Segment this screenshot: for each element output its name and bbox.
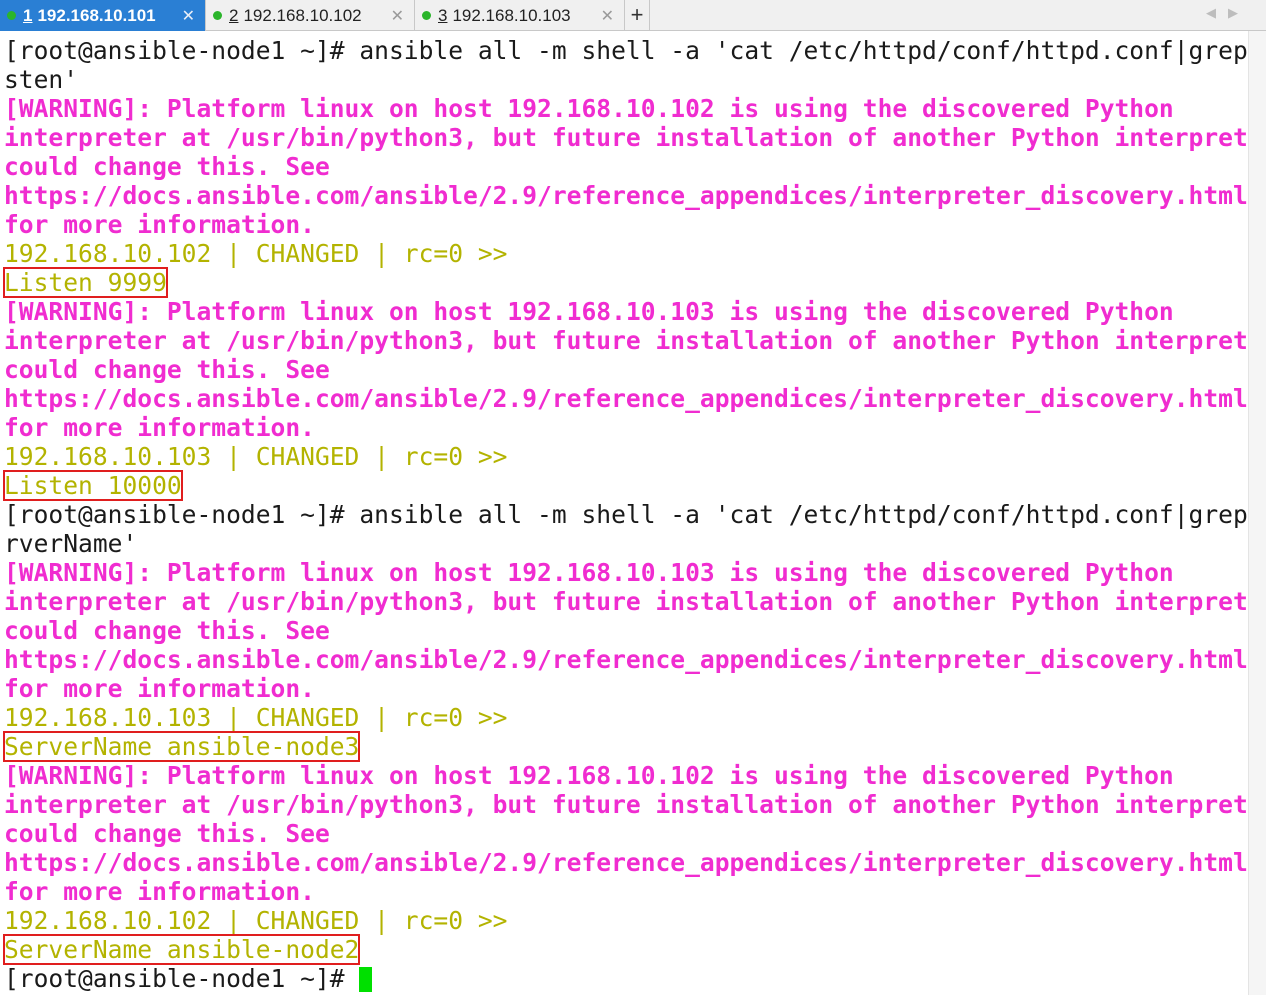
terminal-line: 192.168.10.102 | CHANGED | rc=0 >> — [4, 906, 508, 935]
terminal-line: could change this. See — [4, 616, 330, 645]
connected-status-icon — [422, 11, 431, 20]
tab-session-2[interactable]: 2 192.168.10.102 ✕ — [206, 0, 415, 31]
terminal-line: for more information. — [4, 674, 315, 703]
highlighted-output-line: Listen 9999 — [3, 267, 168, 298]
terminal-line: for more information. — [4, 210, 315, 239]
highlighted-output-line: ServerName ansible-node3 — [2, 731, 361, 762]
tab-session-1[interactable]: 1 192.168.10.101 ✕ — [0, 0, 206, 31]
tab-label: 192.168.10.102 — [243, 5, 362, 25]
terminal-line: 192.168.10.103 | CHANGED | rc=0 >> — [4, 442, 508, 471]
close-icon[interactable]: ✕ — [182, 6, 195, 26]
tab-number: 1 — [23, 5, 33, 25]
tab-session-3[interactable]: 3 192.168.10.103 ✕ — [415, 0, 625, 31]
close-icon[interactable]: ✕ — [601, 6, 614, 26]
terminal-output[interactable]: [root@ansible-node1 ~]# ansible all -m s… — [0, 31, 1266, 995]
terminal-line: for more information. — [4, 877, 315, 906]
terminal-line: 192.168.10.102 | CHANGED | rc=0 >> — [4, 239, 508, 268]
tab-number: 2 — [229, 5, 239, 25]
terminal-line: [WARNING]: Platform linux on host 192.16… — [4, 297, 1174, 326]
new-tab-button[interactable]: + — [625, 0, 650, 31]
prompt-line: [root@ansible-node1 ~]# — [4, 964, 373, 993]
highlighted-output-line: Listen 10000 — [3, 470, 183, 501]
terminal-line: https://docs.ansible.com/ansible/2.9/ref… — [4, 384, 1248, 413]
terminal-line: [root@ansible-node1 ~]# ansible all -m s… — [4, 36, 1266, 65]
terminal-line: could change this. See — [4, 819, 330, 848]
terminal-line: interpreter at /usr/bin/python3, but fut… — [4, 326, 1266, 355]
highlighted-output-line: ServerName ansible-node2 — [2, 934, 361, 965]
tab-bar: 1 192.168.10.101 ✕ 2 192.168.10.102 ✕ 3 … — [0, 0, 1266, 31]
terminal-line: 192.168.10.103 | CHANGED | rc=0 >> — [4, 703, 508, 732]
tab-label: 192.168.10.103 — [452, 5, 571, 25]
terminal-line: https://docs.ansible.com/ansible/2.9/ref… — [4, 848, 1248, 877]
tab-label: 192.168.10.101 — [37, 5, 156, 25]
terminal-line: https://docs.ansible.com/ansible/2.9/ref… — [4, 181, 1248, 210]
terminal-line: interpreter at /usr/bin/python3, but fut… — [4, 790, 1266, 819]
terminal-line: for more information. — [4, 413, 315, 442]
terminal-line: [WARNING]: Platform linux on host 192.16… — [4, 761, 1174, 790]
chevron-left-icon[interactable]: ◀ — [1206, 6, 1216, 21]
terminal-line: interpreter at /usr/bin/python3, but fut… — [4, 123, 1266, 152]
terminal-line: rverName' — [4, 529, 138, 558]
terminal-line: [WARNING]: Platform linux on host 192.16… — [4, 558, 1174, 587]
terminal-line: [WARNING]: Platform linux on host 192.16… — [4, 94, 1174, 123]
prompt-text: [root@ansible-node1 ~]# — [4, 964, 360, 993]
terminal-line: interpreter at /usr/bin/python3, but fut… — [4, 587, 1266, 616]
close-icon[interactable]: ✕ — [391, 6, 404, 26]
terminal-line: sten' — [4, 65, 79, 94]
terminal-cursor — [359, 967, 373, 992]
connected-status-icon — [7, 11, 16, 20]
connected-status-icon — [213, 11, 222, 20]
terminal-line: could change this. See — [4, 152, 330, 181]
vertical-scrollbar[interactable] — [1248, 31, 1266, 995]
tab-number: 3 — [438, 5, 448, 25]
chevron-right-icon[interactable]: ▶ — [1228, 6, 1238, 21]
terminal-line: could change this. See — [4, 355, 330, 384]
terminal-line: https://docs.ansible.com/ansible/2.9/ref… — [4, 645, 1248, 674]
terminal-line: [root@ansible-node1 ~]# ansible all -m s… — [4, 500, 1266, 529]
